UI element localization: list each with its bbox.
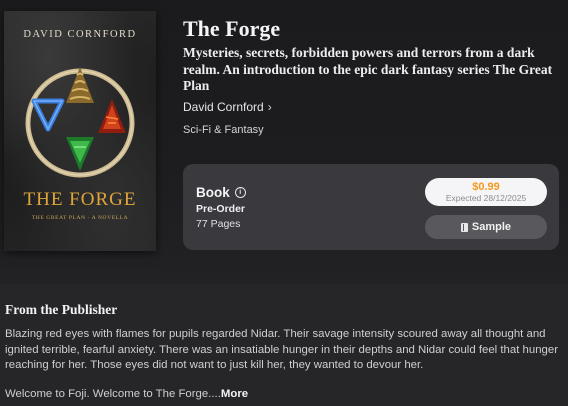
book-cover[interactable]: DAVID CORNFORD THE FORGE THE GREAT PLAN … [4, 11, 156, 251]
price-label: $0.99 [472, 181, 500, 193]
expected-date: Expected 28/12/2025 [445, 193, 527, 203]
book-subtitle: Mysteries, secrets, forbidden powers and… [183, 45, 553, 93]
book-icon [460, 222, 468, 232]
more-link[interactable]: More [221, 388, 248, 400]
genre-link[interactable]: Sci-Fi & Fantasy [183, 124, 563, 136]
cover-author: DAVID CORNFORD [23, 29, 137, 40]
cover-subtitle: THE GREAT PLAN - A NOVELLA [31, 215, 129, 221]
preorder-price-button[interactable]: $0.99 Expected 28/12/2025 [425, 178, 547, 206]
publisher-teaser: Welcome to Foji. Welcome to The Forge...… [5, 387, 221, 400]
author-name: David Cornford [183, 99, 264, 114]
publisher-description: Blazing red eyes with flames for pupils … [5, 328, 558, 371]
author-link[interactable]: David Cornford › [183, 100, 272, 114]
purchase-card: Book i Pre-Order 77 Pages $0.99 Expected… [183, 164, 559, 250]
format-label: Book [196, 185, 230, 200]
publisher-section: From the Publisher Blazing red eyes with… [5, 302, 563, 402]
format-label-row[interactable]: Book i [196, 185, 246, 200]
cover-artwork [25, 67, 135, 178]
book-title: The Forge [183, 16, 281, 41]
cover-title: THE FORGE [23, 189, 137, 210]
publisher-heading: From the Publisher [5, 302, 118, 317]
preorder-status: Pre-Order [196, 203, 246, 215]
book-info: The Forge Mysteries, secrets, forbidden … [183, 16, 563, 136]
sample-label: Sample [471, 221, 512, 233]
publisher-teaser-line: Welcome to Foji. Welcome to The Forge...… [5, 387, 563, 403]
chevron-right-icon: › [267, 99, 272, 114]
info-icon[interactable]: i [234, 187, 246, 198]
page-count: 77 Pages [196, 218, 241, 230]
sample-button[interactable]: Sample [425, 215, 547, 239]
